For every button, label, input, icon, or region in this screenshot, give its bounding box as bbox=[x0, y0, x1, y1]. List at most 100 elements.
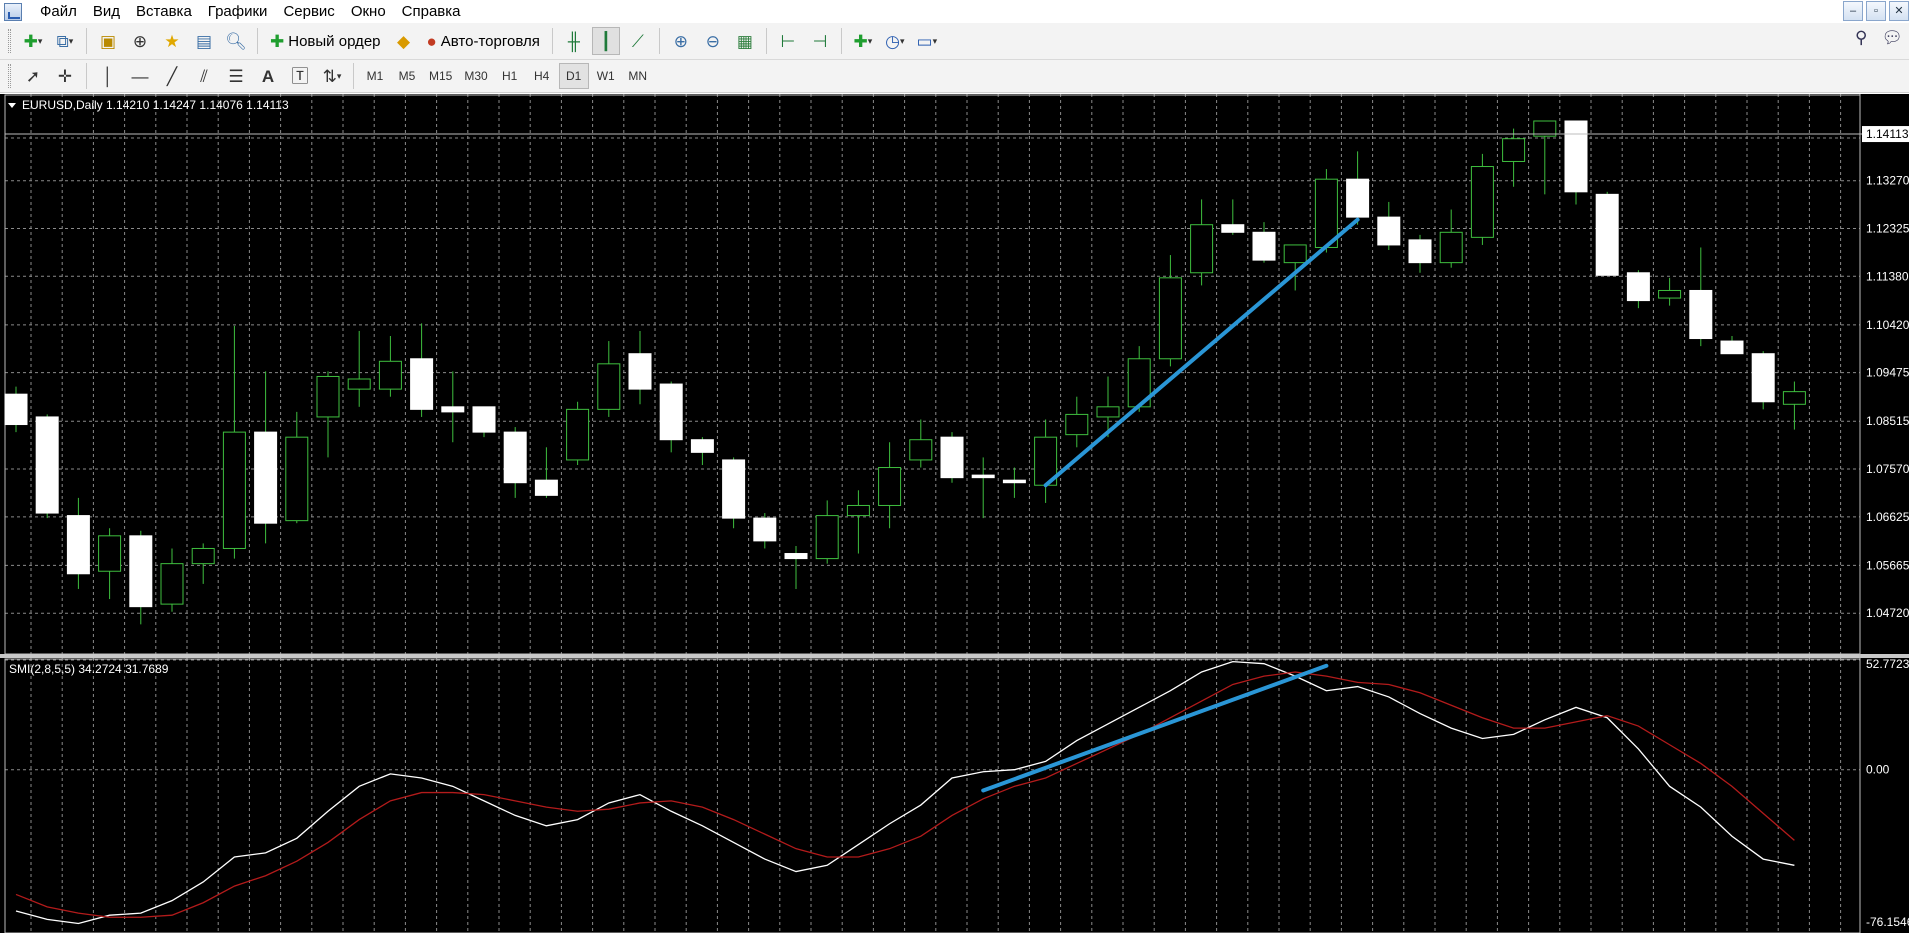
bull-candle-body bbox=[285, 436, 309, 522]
bear-candle-body bbox=[1564, 120, 1588, 193]
bear-candle-body bbox=[940, 436, 964, 479]
zoom-in-button[interactable]: ⊕ bbox=[667, 27, 695, 55]
bull-candle-body bbox=[1658, 289, 1682, 299]
auto-trading-label: Авто-торговля bbox=[440, 32, 540, 50]
arrows-tool[interactable]: ⇅ ▾ bbox=[318, 62, 346, 90]
text-label-tool[interactable]: 🅃 bbox=[286, 62, 314, 90]
menu-file[interactable]: Файл bbox=[32, 0, 85, 23]
separator bbox=[765, 28, 767, 54]
restore-button[interactable]: ▫ bbox=[1866, 1, 1886, 21]
candlestick-chart-button[interactable]: ┃ bbox=[591, 27, 620, 55]
bull-candle-body bbox=[1470, 166, 1494, 238]
metaeditor-button[interactable]: ◆ bbox=[390, 27, 418, 55]
bar-chart-button[interactable]: ╫ bbox=[560, 27, 588, 55]
timeframe-d1[interactable]: D1 bbox=[558, 63, 589, 89]
fibonacci-icon: ☰ bbox=[228, 66, 244, 86]
terminal-button[interactable]: ▤ bbox=[190, 27, 218, 55]
search-icon[interactable]: ⚲ bbox=[1855, 28, 1867, 48]
symbol-header: EURUSD,Daily 1.14210 1.14247 1.14076 1.1… bbox=[22, 98, 289, 112]
text-tool[interactable]: A bbox=[254, 62, 282, 90]
timeframe-m30[interactable]: M30 bbox=[459, 63, 492, 89]
bear-candle-body bbox=[722, 459, 746, 519]
timeframe-w1[interactable]: W1 bbox=[591, 63, 621, 89]
equidistant-channel-tool[interactable]: ⫽ bbox=[190, 62, 218, 90]
price-axis-label: 1.07570 bbox=[1866, 462, 1909, 476]
new-order-button[interactable]: ✚ Новый ордер bbox=[265, 27, 386, 55]
bull-candle-body bbox=[1158, 277, 1182, 360]
menu-charts[interactable]: Графики bbox=[200, 0, 276, 23]
chat-icon[interactable]: 💬︎ bbox=[1881, 28, 1903, 48]
chart-shift-button[interactable]: ⊢ bbox=[774, 27, 802, 55]
arrows-icon: ⇅ bbox=[322, 66, 337, 86]
timeframe-h1[interactable]: H1 bbox=[495, 63, 525, 89]
timeframe-h4[interactable]: H4 bbox=[527, 63, 557, 89]
trendline-tool[interactable]: ╱ bbox=[158, 62, 186, 90]
menu-tools[interactable]: Сервис bbox=[275, 0, 342, 23]
bear-candle-body bbox=[410, 358, 434, 410]
horizontal-line-icon: — bbox=[131, 66, 149, 86]
chart-window[interactable]: 1.14113 1.13270 1.12325 1.11380 1.10420 1.094… bbox=[0, 94, 1909, 933]
template-icon: ▭ bbox=[916, 31, 933, 51]
minimize-button[interactable]: – bbox=[1843, 1, 1863, 21]
tile-windows-button[interactable]: ▦ bbox=[731, 27, 759, 55]
close-button[interactable]: ✕ bbox=[1889, 1, 1909, 21]
separator bbox=[658, 28, 660, 54]
separator bbox=[353, 63, 354, 89]
separator bbox=[551, 28, 553, 54]
bear-candle-body bbox=[129, 535, 153, 608]
menu-help[interactable]: Справка bbox=[394, 0, 469, 23]
smi-axis-label: 0.00 bbox=[1866, 763, 1890, 777]
current-price-label: 1.14113 bbox=[1866, 127, 1909, 141]
menu-insert[interactable]: Вставка bbox=[128, 0, 200, 23]
menu-window[interactable]: Окно bbox=[343, 0, 394, 23]
bear-candle-body bbox=[503, 431, 527, 484]
price-axis-label: 1.06625 bbox=[1866, 510, 1909, 524]
bear-candle-body bbox=[66, 515, 90, 575]
strategy-tester-button[interactable]: 🔍︎ bbox=[222, 27, 250, 55]
bull-candle-body bbox=[1065, 413, 1089, 436]
periods-button[interactable]: ◷ ▾ bbox=[881, 27, 909, 55]
data-window-button[interactable]: ⊕ bbox=[126, 27, 154, 55]
crosshair-tool[interactable]: ✛ bbox=[51, 62, 79, 90]
bear-candle-body bbox=[1002, 479, 1026, 484]
bear-candle-body bbox=[35, 416, 59, 514]
indicators-button[interactable]: ✚ ▾ bbox=[849, 27, 877, 55]
bear-candle-body bbox=[441, 406, 465, 413]
navigator-button[interactable]: ★ bbox=[158, 27, 186, 55]
indicator-header: SMI(2,8,5,5) 34.2724 31.7689 bbox=[9, 662, 169, 676]
timeframe-m1[interactable]: M1 bbox=[360, 63, 390, 89]
toolbar-grip[interactable] bbox=[8, 29, 11, 53]
vertical-line-tool[interactable]: │ bbox=[94, 62, 122, 90]
bull-candle-body bbox=[846, 504, 870, 517]
bull-candle-body bbox=[222, 431, 246, 549]
smi-axis-label: 52.7723 bbox=[1866, 657, 1909, 671]
market-watch-button[interactable]: ▣ bbox=[94, 27, 122, 55]
auto-scroll-button[interactable]: ⊣ bbox=[806, 27, 834, 55]
line-chart-button[interactable]: ⟋ bbox=[624, 27, 652, 55]
horizontal-line-tool[interactable]: — bbox=[126, 62, 154, 90]
profiles-button[interactable]: ⧉ ▾ bbox=[51, 27, 79, 55]
bull-candle-body bbox=[815, 515, 839, 560]
price-axis-label: 1.10420 bbox=[1866, 318, 1909, 332]
standard-toolbar: ✚ ▾ ⧉ ▾ ▣ ⊕ ★ ▤ 🔍︎ ✚ Новый ордер ◆ ● Авто-то… bbox=[0, 23, 1909, 60]
bull-candle-body bbox=[597, 363, 621, 410]
menu-view[interactable]: Вид bbox=[85, 0, 128, 23]
bear-candle-body bbox=[971, 474, 995, 479]
auto-trading-button[interactable]: ● Авто-торговля bbox=[422, 27, 545, 55]
chart-canvas[interactable]: 1.14113 1.13270 1.12325 1.11380 1.10420 1.094… bbox=[0, 94, 1909, 933]
timeframe-m15[interactable]: M15 bbox=[424, 63, 457, 89]
price-axis-label: 1.05665 bbox=[1866, 558, 1909, 572]
terminal-app-icon[interactable] bbox=[4, 2, 22, 21]
timeframe-m5[interactable]: M5 bbox=[392, 63, 422, 89]
zoom-out-button[interactable]: ⊖ bbox=[699, 27, 727, 55]
timeframe-mn[interactable]: MN bbox=[623, 63, 653, 89]
bull-candle-body bbox=[1502, 138, 1526, 162]
templates-button[interactable]: ▭ ▾ bbox=[913, 27, 941, 55]
auto-scroll-icon: ⊣ bbox=[812, 31, 828, 51]
cursor-tool[interactable]: ➚ bbox=[19, 62, 47, 90]
new-chart-button[interactable]: ✚ ▾ bbox=[19, 27, 47, 55]
fibonacci-tool[interactable]: ☰ bbox=[222, 62, 250, 90]
toolbar-grip[interactable] bbox=[8, 64, 11, 88]
bear-candle-body bbox=[4, 393, 28, 426]
bull-candle-body bbox=[878, 467, 902, 506]
